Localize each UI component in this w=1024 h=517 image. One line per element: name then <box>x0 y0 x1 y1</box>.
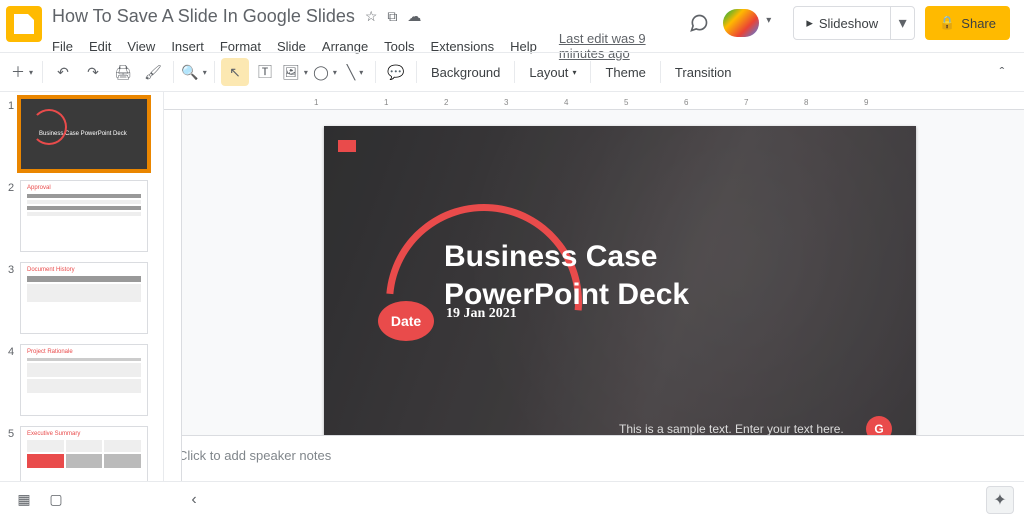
horizontal-ruler[interactable]: 1 1 2 3 4 5 6 7 8 9 <box>164 92 1024 110</box>
slide-date: 19 Jan 2021 <box>446 306 517 322</box>
view-modes: ▦ ▢ <box>10 488 70 512</box>
cloud-icon[interactable]: ☁ <box>407 8 421 25</box>
red-tag-shape <box>338 140 356 152</box>
slideshow-dropdown[interactable]: ▾ <box>890 7 914 39</box>
print-button[interactable]: 🖨 <box>109 58 137 86</box>
collapse-filmstrip-icon[interactable]: ‹ <box>180 488 208 512</box>
grid-view-icon[interactable]: ▢ <box>42 488 70 512</box>
textbox-tool[interactable]: 🅃 <box>251 58 279 86</box>
toolbar: ＋ ↶ ↷ 🖨 🖌 🔍 ↖ 🅃 🖼 ◯ ╲ 💬 Background Layou… <box>0 52 1024 92</box>
slide-number: 4 <box>8 344 20 416</box>
separator <box>173 61 174 83</box>
separator <box>42 61 43 83</box>
workspace: 1 Business Case PowerPoint Deck 2 Approv… <box>0 92 1024 481</box>
new-slide-button[interactable]: ＋ <box>8 58 36 86</box>
slides-logo[interactable] <box>6 6 42 42</box>
star-icon[interactable]: ☆ <box>365 8 378 25</box>
explore-button[interactable]: ✦ <box>986 486 1014 514</box>
thumb-title: Document History <box>27 267 141 273</box>
slide-thumb-1[interactable]: 1 Business Case PowerPoint Deck <box>8 98 163 170</box>
header: How To Save A Slide In Google Slides ☆ ⧉… <box>0 0 1024 52</box>
thumb-title: Project Rationale <box>27 349 141 355</box>
move-icon[interactable]: ⧉ <box>387 8 397 25</box>
lock-icon: 🔒 <box>939 15 955 31</box>
undo-button[interactable]: ↶ <box>49 58 77 86</box>
slide-number: 1 <box>8 98 20 170</box>
g-badge: G <box>866 416 892 435</box>
slide-number: 2 <box>8 180 20 252</box>
play-icon: ▸ <box>806 15 813 31</box>
separator <box>214 61 215 83</box>
transition-button[interactable]: Transition <box>667 58 740 86</box>
image-tool[interactable]: 🖼 <box>281 58 309 86</box>
canvas-area: 1 1 2 3 4 5 6 7 8 9 Date Business CasePo… <box>164 92 1024 481</box>
collapse-toolbar-icon[interactable]: ˆ <box>988 58 1016 86</box>
paint-format-button[interactable]: 🖌 <box>139 58 167 86</box>
shape-tool[interactable]: ◯ <box>311 58 339 86</box>
editor-stage[interactable]: Date Business CasePowerPoint Deck 19 Jan… <box>164 110 1024 435</box>
header-right: ▸ Slideshow ▾ 🔒 Share <box>685 6 1010 40</box>
line-tool[interactable]: ╲ <box>341 58 369 86</box>
separator <box>590 61 591 83</box>
slide-thumb-2[interactable]: 2 Approval <box>8 180 163 252</box>
filmstrip-view-icon[interactable]: ▦ <box>10 488 38 512</box>
separator <box>416 61 417 83</box>
background-button[interactable]: Background <box>423 58 508 86</box>
separator <box>660 61 661 83</box>
theme-button[interactable]: Theme <box>597 58 653 86</box>
comment-history-icon[interactable] <box>685 9 713 37</box>
current-slide[interactable]: Date Business CasePowerPoint Deck 19 Jan… <box>324 126 916 435</box>
filmstrip[interactable]: 1 Business Case PowerPoint Deck 2 Approv… <box>0 92 164 481</box>
separator <box>514 61 515 83</box>
share-button[interactable]: 🔒 Share <box>925 6 1010 40</box>
comment-button[interactable]: 💬 <box>382 58 410 86</box>
slide-thumb-4[interactable]: 4 Project Rationale <box>8 344 163 416</box>
slide-title: Business CasePowerPoint Deck <box>444 238 689 313</box>
slide-number: 3 <box>8 262 20 334</box>
thumb-title: Approval <box>27 185 141 191</box>
separator <box>375 61 376 83</box>
slide-thumb-5[interactable]: 5 Executive Summary <box>8 426 163 481</box>
layout-button[interactable]: Layout <box>521 58 584 86</box>
slideshow-label: Slideshow <box>819 16 878 31</box>
speaker-notes[interactable]: Click to add speaker notes <box>164 435 1024 481</box>
sample-text: This is a sample text. Enter your text h… <box>619 422 844 435</box>
redo-button[interactable]: ↷ <box>79 58 107 86</box>
date-pill: Date <box>378 301 434 341</box>
slide-thumb-3[interactable]: 3 Document History <box>8 262 163 334</box>
share-label: Share <box>961 16 996 31</box>
select-tool[interactable]: ↖ <box>221 58 249 86</box>
slideshow-button[interactable]: ▸ Slideshow ▾ <box>793 6 915 40</box>
meet-icon[interactable] <box>723 9 759 37</box>
document-title[interactable]: How To Save A Slide In Google Slides <box>52 6 355 27</box>
bottom-bar: ▦ ▢ ‹ ✦ <box>0 481 1024 517</box>
thumb-title: Executive Summary <box>27 431 141 437</box>
zoom-button[interactable]: 🔍 <box>180 58 208 86</box>
slide-number: 5 <box>8 426 20 481</box>
